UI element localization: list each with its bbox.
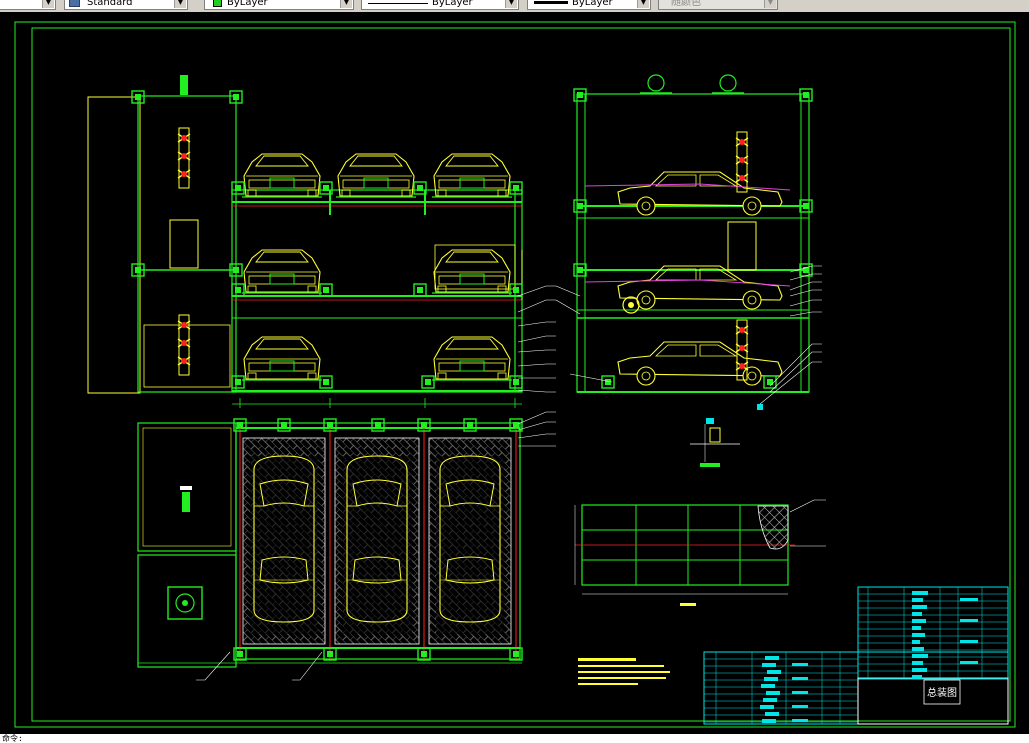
text-style-dropdown[interactable]: Standard ▼ <box>64 0 188 10</box>
linetype-control-value: ByLayer <box>432 0 473 8</box>
text-style-value: Standard <box>87 0 133 8</box>
color-control-dropdown[interactable]: ByLayer ▼ <box>204 0 354 10</box>
color-control-value: ByLayer <box>227 0 268 8</box>
title-block: 总装图 <box>703 586 1009 725</box>
plotstyle-control-value: 随颜色 <box>671 0 701 8</box>
parts-table-grid <box>704 587 1008 724</box>
lineweight-control-dropdown[interactable]: ByLayer ▼ <box>527 0 651 10</box>
lift-chain-upper <box>177 127 191 189</box>
command-line[interactable]: 命令: <box>0 734 1029 743</box>
car-side-middle <box>617 265 783 310</box>
linetype-control-dropdown[interactable]: ByLayer ▼ <box>361 0 519 10</box>
chevron-down-icon[interactable]: ▼ <box>42 0 54 8</box>
chevron-down-icon[interactable]: ▼ <box>340 0 352 8</box>
title-cartouche <box>857 677 1009 725</box>
drawing-title: 总装图 <box>927 686 957 699</box>
base-frame-detail <box>574 499 826 606</box>
lift-motor-box <box>169 219 199 269</box>
plan-motor-icon <box>182 492 190 512</box>
command-prompt: 命令: <box>2 734 23 743</box>
car-front-bottom-right <box>431 336 513 381</box>
chevron-down-icon[interactable]: ▼ <box>637 0 649 8</box>
side-structure-outline <box>87 96 141 394</box>
chevron-down-icon[interactable]: ▼ <box>764 0 776 8</box>
car-front-mid-left <box>241 249 323 294</box>
front-leader-lines <box>517 285 556 393</box>
car-front-mid-right <box>431 249 513 294</box>
car-front-bottom-left <box>241 336 323 381</box>
hoist-head-icon <box>180 75 188 95</box>
plan-view <box>137 411 556 681</box>
technical-notes <box>578 658 670 685</box>
side-leader-lines <box>555 265 822 405</box>
cad-drawing: 总装图 <box>14 21 1016 728</box>
chevron-down-icon[interactable]: ▼ <box>174 0 186 8</box>
lift-chain-lower <box>177 314 191 376</box>
side-lift-chain-upper <box>735 131 749 193</box>
side-lift-box <box>727 221 757 271</box>
front-elevation-view <box>87 75 556 408</box>
lineweight-control-value: ByLayer <box>572 0 613 8</box>
detail-pin-view <box>690 418 740 467</box>
color-swatch-icon <box>213 0 222 7</box>
side-elevation-view <box>555 74 822 410</box>
parking-rack-frame <box>231 189 523 393</box>
text-style-icon <box>69 0 80 7</box>
car-side-top <box>617 171 783 216</box>
chevron-down-icon[interactable]: ▼ <box>505 0 517 8</box>
side-frame <box>576 93 810 393</box>
plotstyle-control-dropdown[interactable]: 随颜色 ▼ <box>658 0 778 10</box>
drawing-canvas[interactable]: 总装图 <box>0 12 1029 734</box>
section-hatch <box>757 505 789 550</box>
sprocket-icon <box>719 74 737 92</box>
car-side-bottom <box>617 341 783 386</box>
motion-path <box>584 183 791 191</box>
sprocket-icon <box>647 74 665 92</box>
lineweight-sample-icon <box>534 1 568 4</box>
linetype-sample-icon <box>368 3 428 4</box>
previous-dropdown-stub[interactable]: ▼ <box>0 0 56 10</box>
